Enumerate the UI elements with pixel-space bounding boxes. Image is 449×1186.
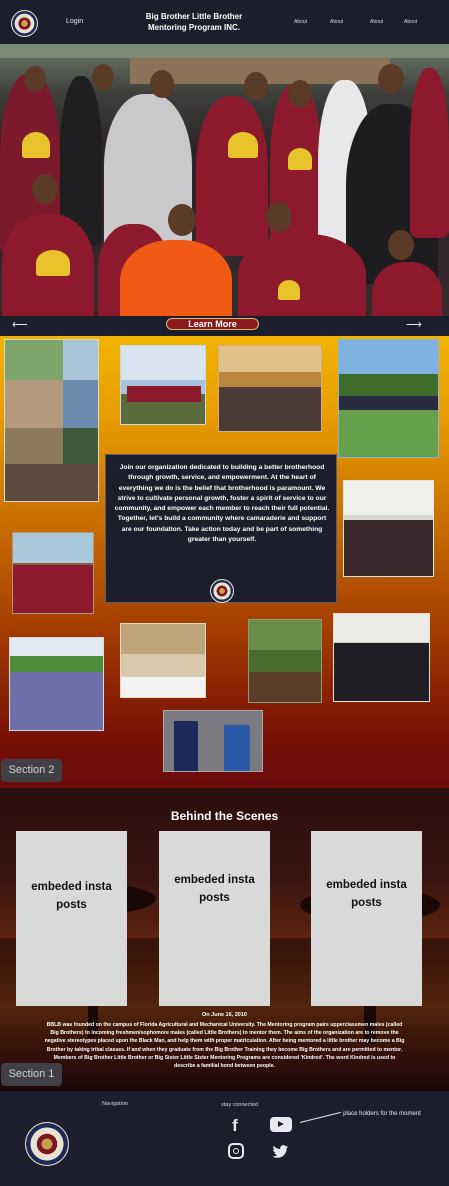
mission-statement-text: Join our organization dedicated to build… xyxy=(114,464,330,544)
instagram-embed-placeholder-2[interactable]: embeded insta posts xyxy=(159,831,270,1006)
learn-more-button[interactable]: Learn More xyxy=(166,318,259,330)
gallery-photo-group-indoor[interactable] xyxy=(218,345,322,432)
carousel-next-arrow-icon[interactable]: ⟶ xyxy=(406,320,422,331)
founding-date: On June 16, 2010 xyxy=(202,1012,247,1018)
hero-head xyxy=(244,72,268,100)
gallery-photo-campus-group[interactable] xyxy=(12,532,94,614)
hero-person xyxy=(372,262,442,316)
hero-head xyxy=(32,174,58,204)
instagram-icon[interactable] xyxy=(228,1143,244,1159)
login-link[interactable]: Login xyxy=(66,18,83,25)
gallery-photo-collage[interactable] xyxy=(4,339,99,502)
instagram-embed-placeholder-1[interactable]: embeded insta posts xyxy=(16,831,127,1006)
placeholder-note: place holders for the moment xyxy=(343,1111,421,1117)
footer-stay-connected-label: stay connected xyxy=(221,1102,258,1108)
gallery-photo-presentation[interactable] xyxy=(163,710,263,772)
mission-statement-card: Join our organization dedicated to build… xyxy=(105,454,337,603)
section-1-label: Section 1 xyxy=(1,1063,62,1086)
hero-head xyxy=(24,66,46,92)
shirt-tree-emblem xyxy=(278,280,300,300)
organization-logo-icon xyxy=(210,579,234,603)
nav-link-about-3[interactable]: About xyxy=(370,19,383,25)
hero-person xyxy=(238,234,366,316)
brand-title-line1: Big Brother Little Brother xyxy=(145,12,243,21)
footer-navigation-label: Navigation xyxy=(102,1101,128,1107)
hero-group-photo xyxy=(0,44,449,316)
hero-head xyxy=(168,204,196,236)
embed-placeholder-text: embeded insta posts xyxy=(31,881,112,911)
organization-logo-icon[interactable] xyxy=(11,10,38,37)
hero-head xyxy=(378,64,404,94)
organization-logo-icon[interactable] xyxy=(25,1122,69,1166)
hero-trees xyxy=(0,44,449,58)
facebook-icon[interactable]: f xyxy=(226,1117,244,1135)
twitter-icon[interactable] xyxy=(272,1145,289,1159)
shirt-tree-emblem xyxy=(228,132,258,158)
hero-person xyxy=(410,68,449,238)
site-header: Login Big Brother Little Brother Mentori… xyxy=(0,0,449,44)
organization-history-text: BBLB was founded on the campus of Florid… xyxy=(44,1022,405,1070)
hero-person xyxy=(196,96,268,256)
embed-placeholder-text: embeded insta posts xyxy=(174,874,255,904)
gallery-photo-group-portrait[interactable] xyxy=(333,613,430,702)
nav-link-about-2[interactable]: About xyxy=(330,19,343,25)
brand-title[interactable]: Big Brother Little Brother Mentoring Pro… xyxy=(138,11,250,33)
nav-link-about-4[interactable]: About xyxy=(404,19,417,25)
hero-head xyxy=(266,202,292,232)
hero-head xyxy=(150,70,174,98)
gallery-photo-field-group[interactable] xyxy=(338,339,439,458)
instagram-embed-placeholder-3[interactable]: embeded insta posts xyxy=(311,831,422,1006)
carousel-prev-arrow-icon[interactable]: ⟵ xyxy=(12,320,28,331)
gallery-photo-hall-event[interactable] xyxy=(120,623,206,698)
behind-the-scenes-title: Behind the Scenes xyxy=(170,809,279,823)
gallery-photo-group-outdoor[interactable] xyxy=(120,345,206,425)
brand-title-line2: Mentoring Program INC. xyxy=(147,23,240,32)
nav-link-about-1[interactable]: About xyxy=(294,19,307,25)
hero-head xyxy=(288,80,312,108)
youtube-icon[interactable] xyxy=(270,1117,292,1132)
hero-person xyxy=(120,240,232,316)
gallery-photo-large-group[interactable] xyxy=(9,637,104,731)
shirt-tree-emblem xyxy=(288,148,312,170)
gallery-photo-tree-planting[interactable] xyxy=(248,619,322,703)
shirt-tree-emblem xyxy=(36,250,70,276)
hero-head xyxy=(92,64,114,90)
shirt-tree-emblem xyxy=(22,132,50,158)
section-2-label: Section 2 xyxy=(1,759,62,782)
embed-placeholder-text: embeded insta posts xyxy=(326,879,407,909)
gallery-photo-classroom[interactable] xyxy=(343,480,434,577)
hero-head xyxy=(388,230,414,260)
